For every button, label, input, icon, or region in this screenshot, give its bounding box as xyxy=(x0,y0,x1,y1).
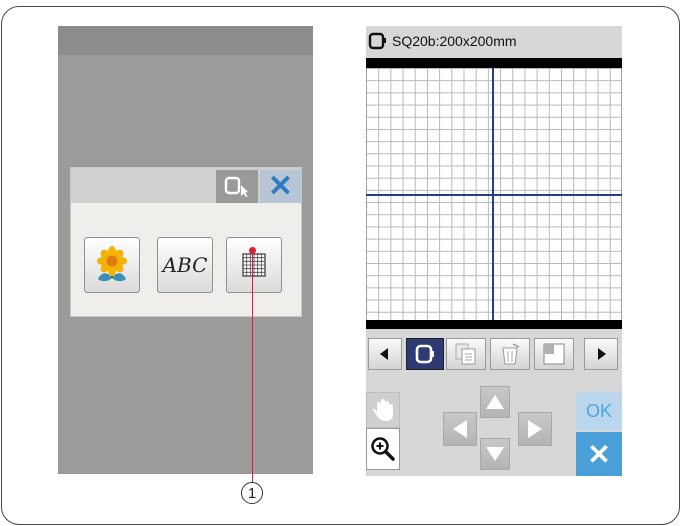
close-button[interactable]: ✕ xyxy=(576,432,622,476)
arrow-right-icon xyxy=(528,420,542,438)
move-down-button[interactable] xyxy=(480,438,510,470)
hoop-select-tool[interactable] xyxy=(406,338,444,370)
hand-tool-button[interactable] xyxy=(366,392,400,428)
bottom-black-bar xyxy=(366,320,622,329)
abc-lettering-button[interactable]: ABC xyxy=(157,237,213,293)
arrow-up-icon xyxy=(486,395,504,409)
move-up-button[interactable] xyxy=(480,386,510,418)
left-screen-header xyxy=(58,26,313,55)
left-screen: ✕ ABC xyxy=(58,26,313,474)
grid-template-button[interactable] xyxy=(226,237,282,293)
hoop-title-bar: SQ20b:200x200mm xyxy=(366,26,622,56)
select-dialog: ✕ ABC xyxy=(71,168,301,316)
scroll-right-button[interactable] xyxy=(584,338,618,370)
ok-button[interactable]: OK xyxy=(576,392,622,430)
delete-tool[interactable] xyxy=(490,338,530,370)
grid-frame xyxy=(366,68,622,324)
vertical-center-line xyxy=(492,68,494,324)
hoop-icon xyxy=(415,344,434,364)
zoom-button[interactable] xyxy=(366,428,400,470)
hoop-cursor-button[interactable] xyxy=(216,170,258,203)
hoop-cursor-icon xyxy=(224,176,248,197)
callout-number: 1 xyxy=(241,482,263,504)
move-left-button[interactable] xyxy=(443,412,477,446)
trash-icon xyxy=(502,343,520,365)
tool-row xyxy=(366,338,622,372)
dialog-close-button[interactable]: ✕ xyxy=(260,170,301,203)
scroll-left-button[interactable] xyxy=(368,338,402,370)
copy-tool[interactable] xyxy=(446,338,486,370)
layout-icon xyxy=(543,343,565,365)
layout-tool[interactable] xyxy=(534,338,574,370)
flower-icon xyxy=(97,246,127,282)
right-screen: SQ20b:200x200mm OK ✕ xyxy=(366,26,622,476)
callout-leader-line xyxy=(252,250,253,482)
arrow-down-icon xyxy=(486,447,504,461)
hoop-icon xyxy=(368,32,386,50)
triangle-left-icon xyxy=(380,348,388,360)
zoom-in-icon xyxy=(371,437,395,461)
triangle-right-icon xyxy=(598,348,606,360)
callout-leader-dot xyxy=(249,247,256,254)
arrow-left-icon xyxy=(453,420,467,438)
grid-icon xyxy=(242,253,266,277)
copy-icon xyxy=(455,343,476,365)
hoop-title: SQ20b:200x200mm xyxy=(392,33,517,49)
hand-icon xyxy=(373,399,393,421)
horizontal-center-line xyxy=(366,194,622,196)
flower-design-button[interactable] xyxy=(84,237,140,293)
top-black-bar xyxy=(366,58,622,68)
move-right-button[interactable] xyxy=(518,412,552,446)
abc-label: ABC xyxy=(162,253,208,277)
